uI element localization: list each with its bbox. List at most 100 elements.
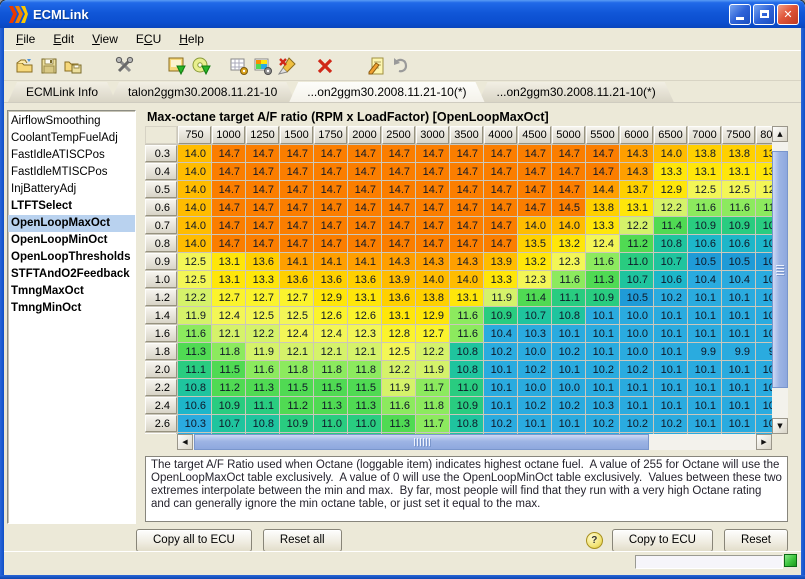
grid-cell-4000x0.6[interactable]: 14.7: [484, 199, 517, 216]
grid-cell-8000x0.5[interactable]: 12.5: [756, 181, 772, 198]
grid-cell-4500x0.8[interactable]: 13.5: [518, 235, 551, 252]
grid-cell-3500x0.6[interactable]: 14.7: [450, 199, 483, 216]
grid-cell-8000x1.0[interactable]: 10.4: [756, 271, 772, 288]
grid-cell-750x0.3[interactable]: 14.0: [178, 145, 211, 162]
grid-cell-6000x1.0[interactable]: 10.7: [620, 271, 653, 288]
grid-cell-2000x0.6[interactable]: 14.7: [348, 199, 381, 216]
grid-cell-3000x1.8[interactable]: 12.2: [416, 343, 449, 360]
save-icon[interactable]: [37, 54, 61, 78]
grid-cell-5500x2.6[interactable]: 10.2: [586, 415, 619, 432]
grid-cell-3500x1.8[interactable]: 10.8: [450, 343, 483, 360]
grid-cell-7000x0.9[interactable]: 10.5: [688, 253, 721, 270]
grid-cell-1500x1.0[interactable]: 13.6: [280, 271, 313, 288]
grid-cell-8000x0.3[interactable]: 13.8: [756, 145, 772, 162]
grid-cell-2500x1.2[interactable]: 13.6: [382, 289, 415, 306]
grid-cell-2500x2.4[interactable]: 11.6: [382, 397, 415, 414]
grid-cell-6500x0.3[interactable]: 14.0: [654, 145, 687, 162]
grid-cell-1500x2.6[interactable]: 10.9: [280, 415, 313, 432]
grid-cell-2000x0.7[interactable]: 14.7: [348, 217, 381, 234]
grid-cell-7000x2.4[interactable]: 10.1: [688, 397, 721, 414]
grid-cell-4500x0.9[interactable]: 13.2: [518, 253, 551, 270]
grid-cell-2000x2.2[interactable]: 11.5: [348, 379, 381, 396]
grid-cell-8000x1.2[interactable]: 10.1: [756, 289, 772, 306]
grid-cell-1250x2.2[interactable]: 11.3: [246, 379, 279, 396]
grid-cell-5000x2.2[interactable]: 10.0: [552, 379, 585, 396]
grid-cell-5500x0.7[interactable]: 13.3: [586, 217, 619, 234]
grid-cell-7500x0.5[interactable]: 12.5: [722, 181, 755, 198]
grid-cell-7500x1.8[interactable]: 9.9: [722, 343, 755, 360]
grid-cell-4000x1.0[interactable]: 13.3: [484, 271, 517, 288]
tab-3[interactable]: ...on2ggm30.2008.11.21-10(*): [479, 82, 674, 102]
vertical-scrollbar[interactable]: ▲ ▼: [772, 126, 788, 434]
grid-cell-750x0.7[interactable]: 14.0: [178, 217, 211, 234]
col-header-4000[interactable]: 4000: [484, 126, 517, 144]
grid-cell-1500x0.4[interactable]: 14.7: [280, 163, 313, 180]
grid-cell-750x2.4[interactable]: 10.6: [178, 397, 211, 414]
grid-cell-2000x0.3[interactable]: 14.7: [348, 145, 381, 162]
sidebar-item-STFTAndO2Feedback[interactable]: STFTAndO2Feedback: [8, 266, 135, 283]
grid-cell-5000x1.2[interactable]: 11.1: [552, 289, 585, 306]
grid-cell-750x1.2[interactable]: 12.2: [178, 289, 211, 306]
sidebar-item-CoolantTempFuelAdj[interactable]: CoolantTempFuelAdj: [8, 130, 135, 147]
af-ratio-grid[interactable]: 7501000125015001750200025003000350040004…: [145, 126, 772, 434]
grid-cell-1250x0.5[interactable]: 14.7: [246, 181, 279, 198]
grid-cell-8000x2.4[interactable]: 10.1: [756, 397, 772, 414]
grid-cell-5000x2.6[interactable]: 10.1: [552, 415, 585, 432]
grid-cell-3000x0.6[interactable]: 14.7: [416, 199, 449, 216]
grid-cell-5500x0.4[interactable]: 14.7: [586, 163, 619, 180]
grid-cell-6500x0.6[interactable]: 12.2: [654, 199, 687, 216]
tab-0[interactable]: ECMLink Info: [8, 82, 116, 102]
maximize-button[interactable]: [753, 4, 775, 25]
grid-cell-5500x1.2[interactable]: 10.9: [586, 289, 619, 306]
grid-cell-4500x1.4[interactable]: 10.7: [518, 307, 551, 324]
grid-cell-7000x1.4[interactable]: 10.1: [688, 307, 721, 324]
grid-cell-3500x2.2[interactable]: 11.0: [450, 379, 483, 396]
grid-cell-1000x0.4[interactable]: 14.7: [212, 163, 245, 180]
grid-cell-6500x2.2[interactable]: 10.1: [654, 379, 687, 396]
col-header-8000[interactable]: 8000: [756, 126, 772, 144]
grid-cell-1000x0.9[interactable]: 13.1: [212, 253, 245, 270]
grid-cell-3000x2.4[interactable]: 11.8: [416, 397, 449, 414]
grid-cell-6500x2.6[interactable]: 10.2: [654, 415, 687, 432]
grid-cell-6500x1.6[interactable]: 10.1: [654, 325, 687, 342]
grid-cell-2500x2.0[interactable]: 12.2: [382, 361, 415, 378]
scroll-up-icon[interactable]: ▲: [772, 126, 788, 142]
menu-file[interactable]: File: [7, 30, 44, 48]
grid-cell-2500x0.4[interactable]: 14.7: [382, 163, 415, 180]
grid-cell-1750x0.4[interactable]: 14.7: [314, 163, 347, 180]
col-header-6500[interactable]: 6500: [654, 126, 687, 144]
grid-cell-8000x2.6[interactable]: 10.1: [756, 415, 772, 432]
grid-cell-2500x0.9[interactable]: 14.3: [382, 253, 415, 270]
grid-cell-6500x0.8[interactable]: 10.8: [654, 235, 687, 252]
save-all-icon[interactable]: [61, 54, 85, 78]
grid-cell-5500x1.6[interactable]: 10.1: [586, 325, 619, 342]
horizontal-scrollbar[interactable]: ◀ ▶: [177, 434, 772, 450]
grid-cell-1500x0.3[interactable]: 14.7: [280, 145, 313, 162]
grid-cell-1250x1.8[interactable]: 11.9: [246, 343, 279, 360]
grid-cell-1750x2.2[interactable]: 11.5: [314, 379, 347, 396]
grid-cell-1500x1.2[interactable]: 12.7: [280, 289, 313, 306]
row-header-2.0[interactable]: 2.0: [145, 361, 177, 378]
grid-cell-1500x2.4[interactable]: 11.2: [280, 397, 313, 414]
grid-cell-5500x1.8[interactable]: 10.1: [586, 343, 619, 360]
grid-cell-750x0.6[interactable]: 14.0: [178, 199, 211, 216]
grid-cell-6500x1.4[interactable]: 10.1: [654, 307, 687, 324]
sidebar-item-FastIdleATISCPos[interactable]: FastIdleATISCPos: [8, 147, 135, 164]
grid-cell-1750x0.6[interactable]: 14.7: [314, 199, 347, 216]
parameter-list[interactable]: AirflowSmoothingCoolantTempFuelAdjFastId…: [7, 110, 136, 524]
grid-cell-2000x1.0[interactable]: 13.6: [348, 271, 381, 288]
grid-cell-2500x2.6[interactable]: 11.3: [382, 415, 415, 432]
grid-cell-4000x1.8[interactable]: 10.2: [484, 343, 517, 360]
minimize-button[interactable]: [729, 4, 751, 25]
grid-cell-8000x2.2[interactable]: 10.1: [756, 379, 772, 396]
row-header-2.4[interactable]: 2.4: [145, 397, 177, 414]
col-header-1500[interactable]: 1500: [280, 126, 313, 144]
grid-cell-7000x2.0[interactable]: 10.1: [688, 361, 721, 378]
grid-cell-4500x0.7[interactable]: 14.0: [518, 217, 551, 234]
grid-cell-4000x1.2[interactable]: 11.9: [484, 289, 517, 306]
grid-cell-7000x0.7[interactable]: 10.9: [688, 217, 721, 234]
grid-cell-4500x2.4[interactable]: 10.2: [518, 397, 551, 414]
grid-cell-1750x2.6[interactable]: 11.0: [314, 415, 347, 432]
grid-cell-8000x0.9[interactable]: 10.5: [756, 253, 772, 270]
grid-cell-1500x1.6[interactable]: 12.4: [280, 325, 313, 342]
